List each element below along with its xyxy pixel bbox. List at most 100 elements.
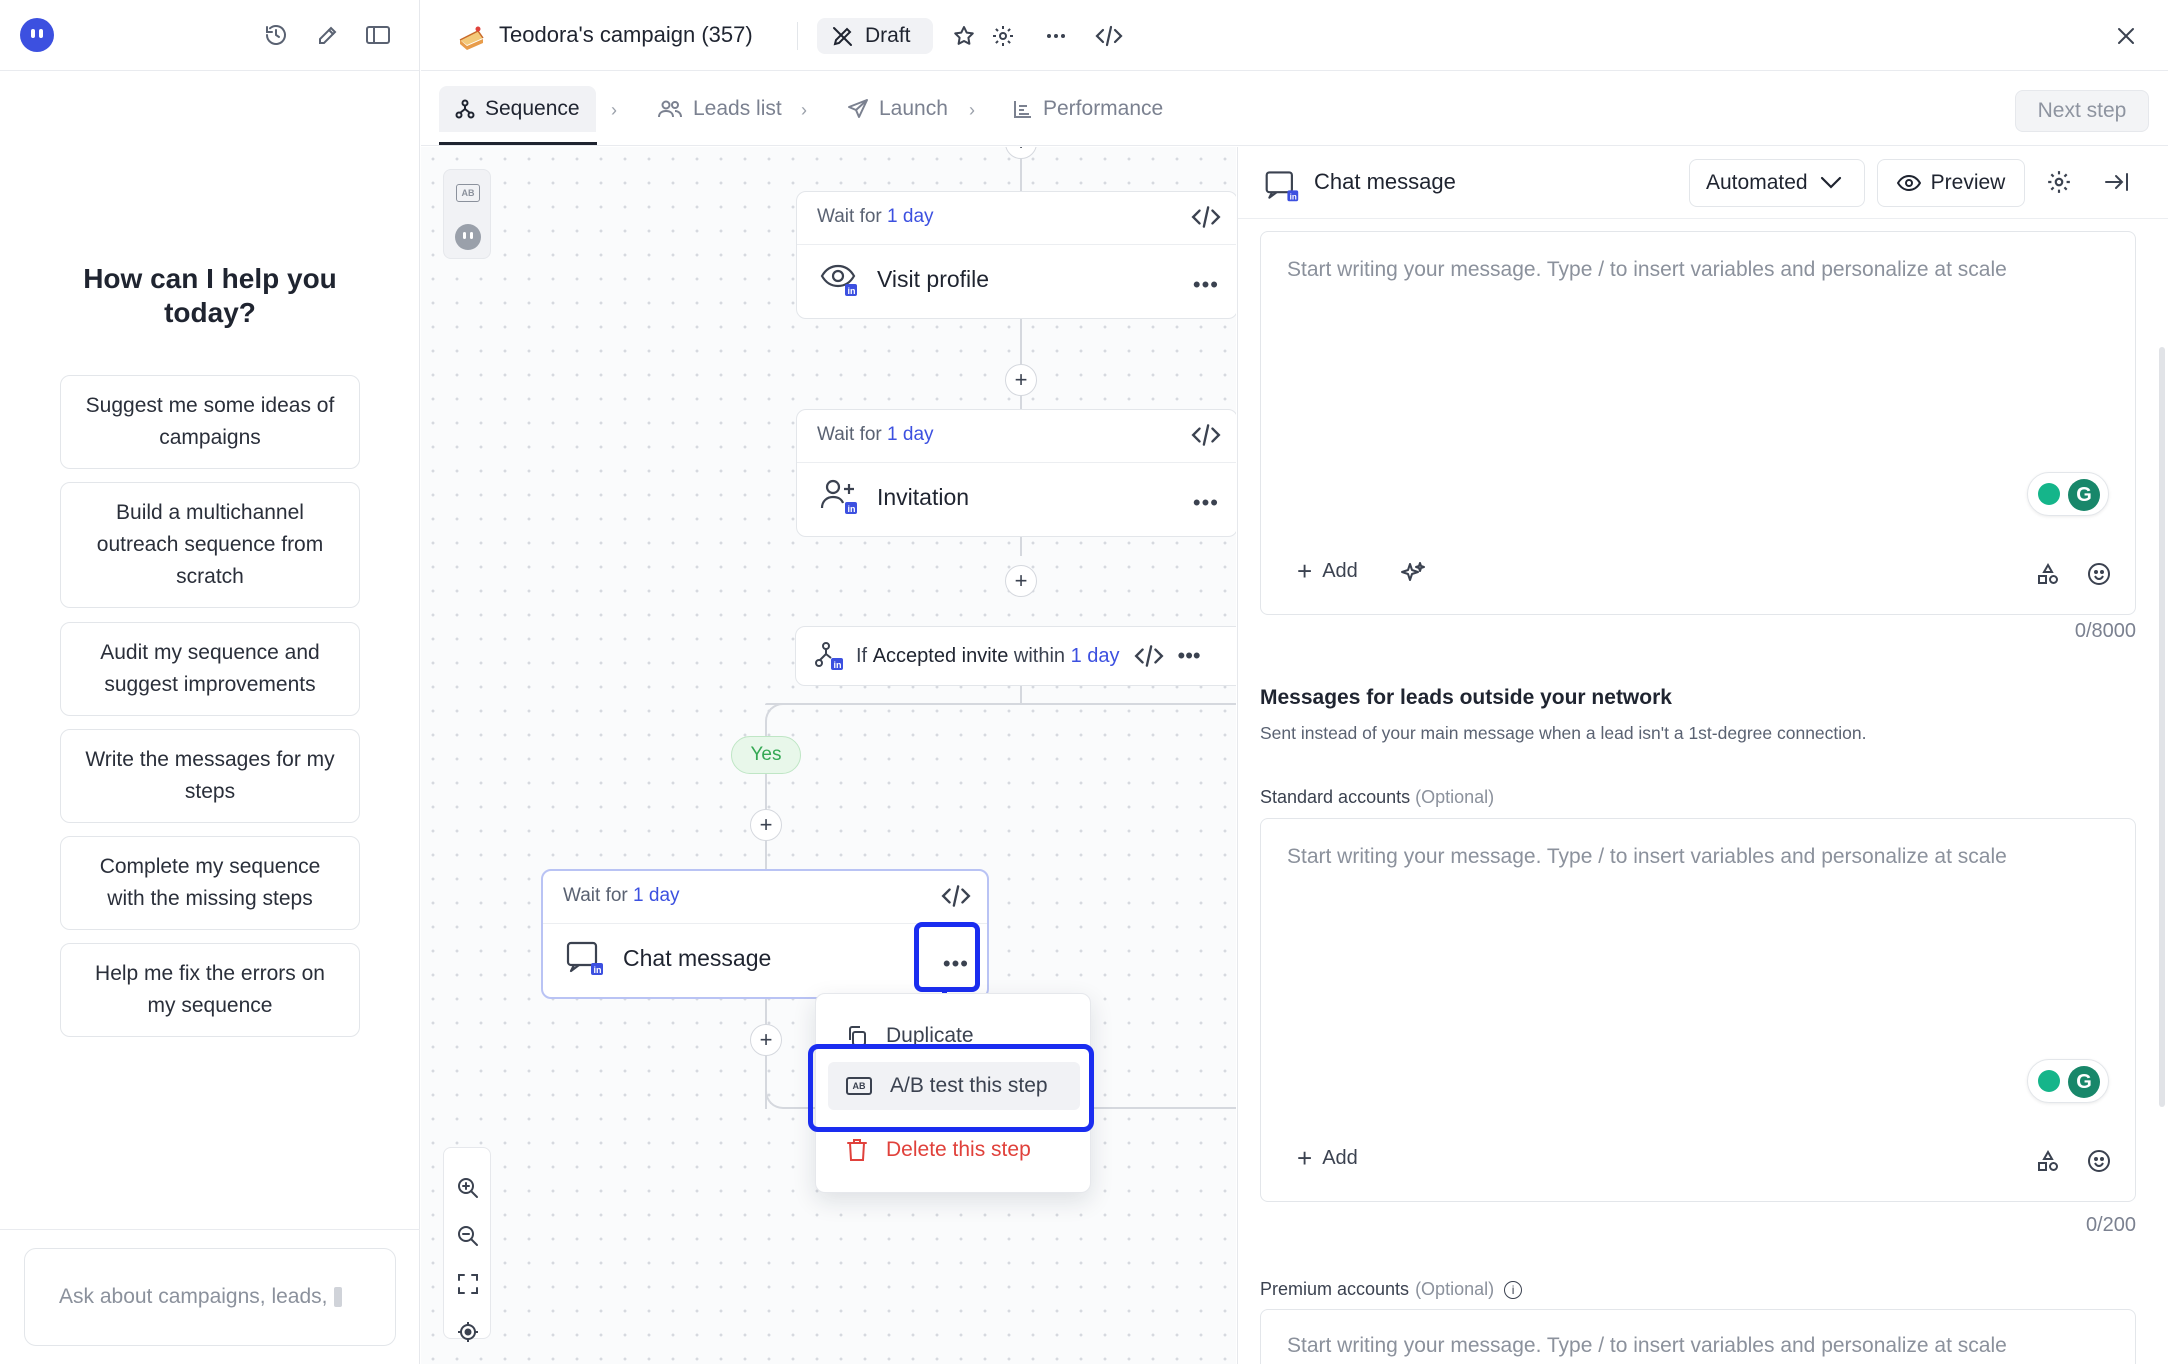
code-icon[interactable] — [1191, 204, 1221, 230]
add-step-button[interactable]: + — [1005, 147, 1037, 159]
zoom-toolbar — [443, 1147, 491, 1342]
settings-icon[interactable] — [2046, 169, 2074, 197]
condition-node[interactable]: in If Accepted invite within 1 day ••• — [795, 626, 1236, 686]
standard-message-editor[interactable]: Start writing your message. Type / to in… — [1260, 818, 2136, 1202]
wait-label: Wait for 1 day — [563, 885, 680, 906]
more-icon[interactable]: ••• — [1193, 272, 1219, 298]
grammarly-widget[interactable]: G — [2027, 1059, 2109, 1103]
add-step-button[interactable]: + — [750, 1024, 782, 1056]
character-counter: 0/8000 — [2074, 620, 2136, 642]
more-icon[interactable] — [1038, 18, 1074, 54]
sequence-icon — [455, 99, 475, 119]
tab-label: Leads list — [693, 97, 782, 120]
new-chat-icon[interactable] — [310, 17, 346, 53]
tab-leads-list[interactable]: Leads list — [641, 86, 798, 132]
info-icon[interactable]: i — [1504, 1280, 1523, 1299]
add-button[interactable]: + Add — [1297, 1145, 1358, 1171]
campaign-tabs: Sequence › Leads list › Launch › Perform… — [421, 72, 2168, 146]
suggestion-button[interactable]: Write the messages for my steps — [60, 729, 360, 823]
campaign-title[interactable]: Teodora's campaign (357) — [499, 22, 753, 48]
step-title: Chat message — [623, 945, 772, 971]
toggle-sidebar-icon[interactable] — [360, 17, 396, 53]
plus-icon: + — [1297, 1143, 1313, 1173]
grammarly-icon: G — [2068, 1066, 2100, 1098]
connector — [1020, 686, 1022, 704]
tab-sequence[interactable]: Sequence — [439, 86, 596, 132]
canvas-mini-toolbar: AB — [443, 169, 491, 259]
condition-event: Accepted invite — [872, 644, 1009, 667]
message-editor[interactable]: Start writing your message. Type / to in… — [1260, 231, 2136, 615]
add-button[interactable]: + Add — [1297, 558, 1358, 584]
condition-value: 1 day — [1070, 644, 1120, 667]
active-tab-indicator — [439, 142, 597, 145]
mode-select[interactable]: Automated — [1689, 159, 1865, 207]
close-icon[interactable] — [2108, 18, 2144, 54]
status-badge[interactable]: Draft — [817, 18, 933, 54]
add-step-button[interactable]: + — [1005, 364, 1037, 396]
history-icon[interactable] — [258, 17, 294, 53]
code-icon[interactable] — [1134, 643, 1164, 669]
chevron-right-icon: › — [611, 100, 617, 120]
collapse-panel-icon[interactable] — [2104, 171, 2132, 195]
code-icon[interactable] — [1191, 422, 1221, 448]
app-logo[interactable] — [20, 18, 54, 52]
step-title: Visit profile — [877, 266, 990, 292]
tab-launch[interactable]: Launch — [831, 86, 964, 132]
tab-performance[interactable]: Performance — [997, 86, 1179, 132]
fit-view-icon[interactable] — [452, 1268, 484, 1300]
message-placeholder: Start writing your message. Type / to in… — [1287, 845, 2007, 868]
zoom-in-icon[interactable] — [452, 1172, 484, 1204]
shapes-icon[interactable] — [2036, 1149, 2064, 1177]
sequence-canvas[interactable]: AB + Wait for 1 day in Visit profile •••… — [421, 147, 1236, 1364]
grammarly-widget[interactable]: G — [2027, 472, 2109, 516]
scrollbar-thumb[interactable] — [2159, 347, 2165, 1107]
next-step-button[interactable]: Next step — [2015, 90, 2149, 132]
suggestion-button[interactable]: Audit my sequence and suggest improvemen… — [60, 622, 360, 716]
sparkles-icon[interactable] — [1399, 560, 1427, 588]
add-step-button[interactable]: + — [750, 809, 782, 841]
recenter-icon[interactable] — [452, 1316, 484, 1348]
suggestion-button[interactable]: Help me fix the errors on my sequence — [60, 943, 360, 1037]
section-subtitle: Sent instead of your main message when a… — [1260, 723, 1867, 743]
message-placeholder: Start writing your message. Type / to in… — [1287, 258, 2007, 281]
emoji-icon[interactable] — [2087, 1149, 2115, 1177]
emoji-icon[interactable] — [2087, 562, 2115, 590]
suggestion-button[interactable]: Build a multichannel outreach sequence f… — [60, 482, 360, 608]
step-node-invitation[interactable]: Wait for 1 day in Invitation ••• — [796, 409, 1236, 537]
preview-label: Preview — [1930, 171, 2006, 194]
zoom-out-icon[interactable] — [452, 1220, 484, 1252]
suggestion-button[interactable]: Complete my sequence with the missing st… — [60, 836, 360, 930]
chat-linkedin-icon: in — [565, 937, 605, 977]
plus-icon: + — [1297, 556, 1313, 586]
more-icon[interactable]: ••• — [1178, 643, 1201, 669]
tab-label: Performance — [1043, 97, 1164, 120]
connector-corner — [765, 1087, 787, 1109]
shapes-icon[interactable] — [2036, 562, 2064, 590]
step-node-visit-profile[interactable]: Wait for 1 day in Visit profile ••• — [796, 191, 1236, 319]
divider — [797, 22, 798, 50]
status-label: Draft — [865, 24, 911, 47]
code-icon[interactable] — [1091, 18, 1127, 54]
ab-test-icon[interactable]: AB — [456, 184, 480, 202]
preview-button[interactable]: Preview — [1877, 159, 2025, 207]
suggestion-button[interactable]: Suggest me some ideas of campaigns — [60, 375, 360, 469]
menu-item-delete[interactable]: Delete this step — [828, 1126, 1080, 1174]
eye-linkedin-icon: in — [819, 258, 859, 298]
user-add-linkedin-icon: in — [819, 476, 859, 516]
mode-value: Automated — [1706, 171, 1808, 194]
premium-message-editor[interactable]: Start writing your message. Type / to in… — [1260, 1309, 2136, 1364]
divider — [797, 462, 1236, 463]
svg-text:in: in — [594, 965, 602, 975]
assistant-input[interactable]: Ask about campaigns, leads, — [24, 1248, 396, 1346]
star-icon[interactable] — [946, 18, 982, 54]
assistant-avatar-icon[interactable] — [455, 224, 481, 250]
bulb-icon — [2038, 1070, 2060, 1092]
code-icon[interactable] — [941, 883, 971, 909]
chevron-right-icon: › — [969, 100, 975, 120]
add-step-button[interactable]: + — [1005, 565, 1037, 597]
step-editor-panel: in Chat message Automated Preview Start … — [1237, 147, 2168, 1364]
tab-label: Sequence — [485, 97, 580, 120]
more-icon[interactable]: ••• — [1193, 490, 1219, 516]
settings-icon[interactable] — [985, 18, 1021, 54]
text-cursor — [333, 1287, 342, 1307]
